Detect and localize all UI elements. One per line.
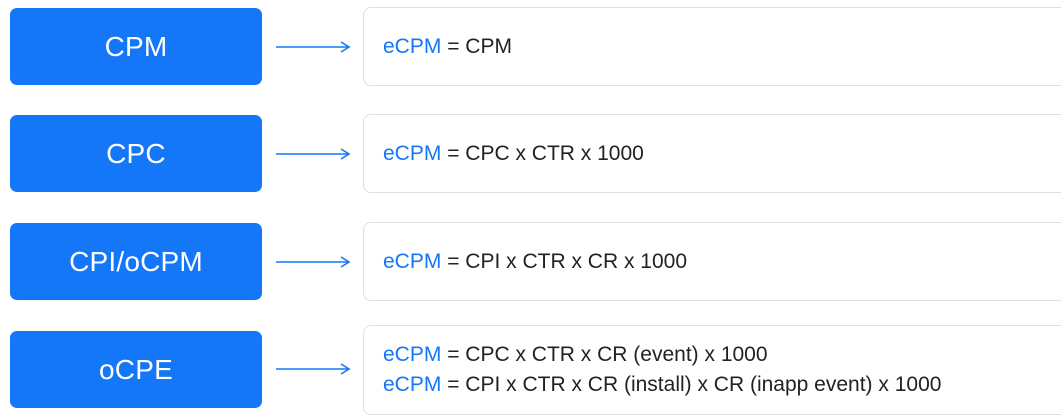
formula-expression: = CPI x CTR x CR (install) x CR (inapp e… — [441, 373, 942, 396]
pricing-model-ocpe: oCPE — [10, 331, 262, 408]
arrow-right-icon — [276, 41, 351, 53]
pricing-model-cpi-ocpm: CPI/oCPM — [10, 223, 262, 300]
formula-expression: = CPC x CTR x 1000 — [441, 141, 644, 165]
formula-box-ocpe: eCPM = CPC x CTR x CR (event) x 1000 eCP… — [363, 325, 1061, 415]
formula-expression: = CPI x CTR x CR x 1000 — [441, 249, 688, 273]
formula-box-cpc: eCPM = CPC x CTR x 1000 — [363, 114, 1061, 193]
arrow-right-icon — [276, 363, 351, 375]
arrow-right-icon — [276, 148, 351, 160]
arrow-right-icon — [276, 256, 351, 268]
formula-line: eCPM = CPM — [383, 32, 1061, 62]
pricing-model-cpc: CPC — [10, 115, 262, 192]
formula-box-cpi-ocpm: eCPM = CPI x CTR x CR x 1000 — [363, 222, 1061, 301]
pricing-model-cpm: CPM — [10, 8, 262, 85]
formula-term: eCPM — [383, 34, 442, 58]
formula-term: eCPM — [383, 141, 442, 165]
formula-box-cpm: eCPM = CPM — [363, 7, 1061, 86]
formula-expression: = CPC x CTR x CR (event) x 1000 — [441, 343, 768, 366]
formula-term: eCPM — [383, 343, 442, 366]
formula-line: eCPM = CPI x CTR x CR (install) x CR (in… — [383, 370, 1061, 400]
formula-expression: = CPM — [441, 34, 512, 58]
formula-term: eCPM — [383, 249, 442, 273]
formula-term: eCPM — [383, 373, 442, 396]
formula-line: eCPM = CPI x CTR x CR x 1000 — [383, 247, 1061, 277]
formula-line: eCPM = CPC x CTR x CR (event) x 1000 — [383, 340, 1061, 370]
formula-line: eCPM = CPC x CTR x 1000 — [383, 139, 1061, 169]
